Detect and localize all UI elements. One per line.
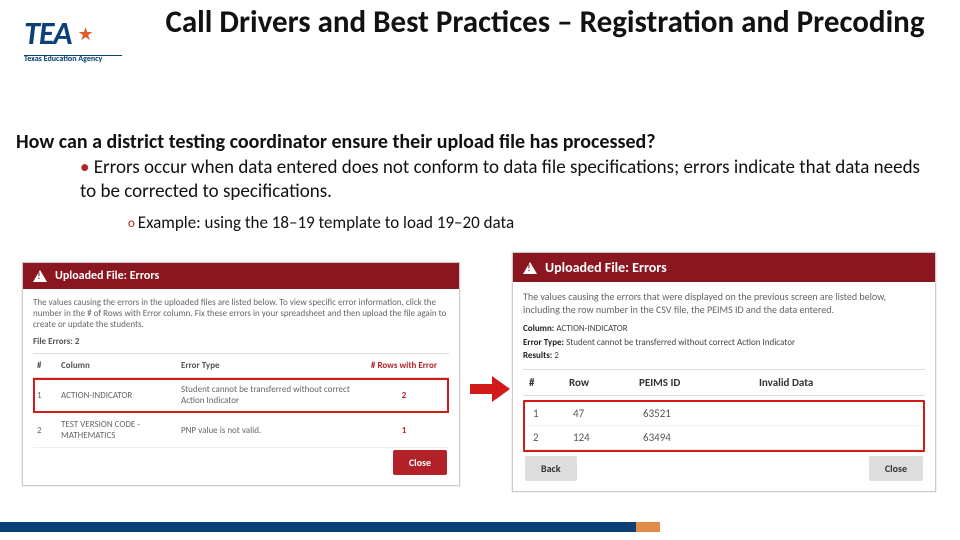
error-detail-panel: Uploaded File: Errors The values causing… [512,252,936,492]
col-peims-id: PEIMS ID [633,369,753,395]
logo-word: TEA [24,14,71,53]
col-invalid-data: Invalid Data [753,369,925,395]
rows-with-error-link[interactable]: 2 [359,378,449,413]
col-number: # [523,369,563,395]
bullet-level-2: Example: using the 18–19 template to loa… [128,212,930,233]
highlighted-detail-rows: 1 47 63521 2 124 63494 [523,400,925,452]
logo-subtext: Texas Education Agency [24,54,122,64]
table-row: 1 ACTION-INDICATOR Student cannot be tra… [33,378,449,413]
close-button[interactable]: Close [393,450,447,475]
bullet-level-1: Errors occur when data entered does not … [80,156,930,204]
star-icon: ★ [77,25,93,43]
col-row: Row [563,369,633,395]
col-rows-with-error: # Rows with Error [359,354,449,378]
footer-accent-bar [0,522,660,532]
panel-header: Uploaded File: Errors [23,263,459,289]
warning-icon [33,270,47,282]
panel-header-text: Uploaded File: Errors [545,259,667,276]
error-meta: Column: ACTION-INDICATOR Error Type: Stu… [523,322,925,363]
error-detail-table: # Row PEIMS ID Invalid Data [523,369,925,396]
arrow-icon [470,378,510,400]
table-row: 2 TEST VERSION CODE - MATHEMATICS PNP va… [33,413,449,448]
panel-header: Uploaded File: Errors [513,253,935,282]
back-button[interactable]: Back [525,456,577,481]
tea-logo: TEA ★ Texas Education Agency [24,14,122,64]
warning-icon [523,262,537,274]
close-button[interactable]: Close [869,456,923,481]
file-errors-count: File Errors: 2 [33,336,449,347]
table-row: 1 47 63521 [527,402,921,426]
question-heading: How can a district testing coordinator e… [16,130,940,154]
table-row: 2 124 63494 [527,425,921,449]
slide-title: Call Drivers and Best Practices – Regist… [160,4,930,41]
panel-header-text: Uploaded File: Errors [55,269,159,283]
panel-description: The values causing the errors that were … [523,290,925,316]
col-column: Column [57,354,177,378]
error-summary-panel: Uploaded File: Errors The values causing… [22,262,460,486]
col-number: # [33,354,57,378]
panel-description: The values causing the errors in the upl… [33,297,449,330]
col-error-type: Error Type [177,354,359,378]
rows-with-error-link[interactable]: 1 [359,413,449,448]
error-summary-table: # Column Error Type # Rows with Error 1 … [33,353,449,448]
